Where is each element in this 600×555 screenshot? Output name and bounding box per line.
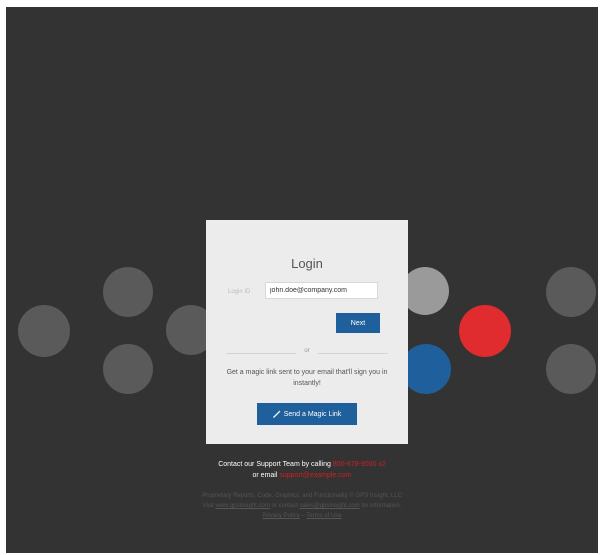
- next-button[interactable]: Next: [336, 313, 380, 333]
- legal-info-text: for information.: [361, 503, 402, 509]
- decorative-circle: [103, 267, 153, 317]
- support-phone-link[interactable]: 800-678-9000 x2: [333, 461, 386, 468]
- terms-of-use-link[interactable]: Terms of Use: [306, 513, 341, 519]
- privacy-policy-link[interactable]: Privacy Policy: [262, 513, 299, 519]
- legal-footer: Proprietary Reports, Code, Graphics, and…: [6, 491, 598, 521]
- send-magic-link-button[interactable]: Send a Magic Link: [257, 403, 357, 425]
- decorative-circle: [103, 344, 153, 394]
- legal-separator: –: [301, 513, 305, 519]
- decorative-circle: [401, 267, 449, 315]
- website-link[interactable]: www.gpsinsight.com: [216, 503, 270, 509]
- login-page-background: Login Login ID Next or Get a magic link …: [6, 7, 598, 553]
- support-line2-text: or email: [252, 472, 278, 479]
- decorative-circle: [401, 344, 451, 394]
- legal-copyright: Proprietary Reports, Code, Graphics, and…: [202, 493, 402, 499]
- support-email-link[interactable]: support@example.com: [279, 472, 351, 479]
- login-card: Login Login ID Next or Get a magic link …: [206, 220, 408, 444]
- decorative-circle: [546, 267, 596, 317]
- support-contact: Contact our Support Team by calling 800-…: [6, 459, 598, 481]
- decorative-circle: [459, 305, 511, 357]
- wand-icon: [272, 410, 281, 418]
- login-id-input[interactable]: [265, 282, 378, 299]
- decorative-circle: [18, 305, 70, 357]
- send-magic-link-label: Send a Magic Link: [283, 410, 342, 418]
- legal-visit-text: Visit: [202, 503, 214, 509]
- support-line1-text: Contact our Support Team by calling: [218, 461, 331, 468]
- magic-link-description: Get a magic link sent to your email that…: [226, 369, 388, 387]
- legal-contact-text: or contact: [271, 503, 298, 509]
- decorative-circle: [546, 344, 596, 394]
- sales-email-link[interactable]: sales@gpsinsight.com: [300, 503, 360, 509]
- divider-right: [318, 353, 388, 354]
- login-title: Login: [291, 256, 323, 271]
- login-id-label: Login ID: [228, 289, 251, 295]
